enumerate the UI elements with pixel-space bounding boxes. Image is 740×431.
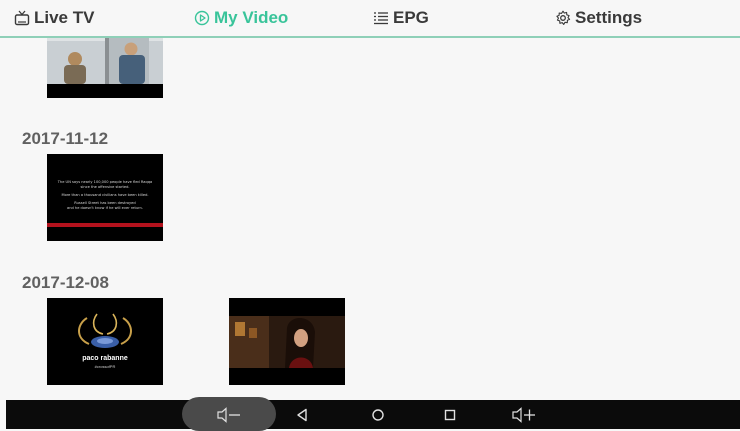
tab-epg[interactable]: EPG — [373, 0, 429, 36]
video-list: 2017-11-12 The UN says nearly 100,000 pe… — [0, 38, 740, 400]
video-thumbnail[interactable] — [229, 298, 345, 385]
top-tab-bar: Live TV My Video EPG Settings — [0, 0, 740, 38]
tv-icon — [14, 10, 30, 26]
tab-my-video-label: My Video — [214, 8, 289, 27]
date-heading: 2017-12-08 — [22, 273, 109, 292]
date-heading: 2017-11-12 — [22, 129, 109, 148]
tab-epg-label: EPG — [393, 8, 429, 27]
volume-up-icon[interactable] — [506, 400, 542, 429]
tab-my-video[interactable]: My Video — [194, 0, 288, 36]
video-thumbnail[interactable]: paco rabanne #crossofPR — [47, 298, 163, 385]
volume-down-icon[interactable] — [211, 400, 247, 429]
tab-live-tv[interactable]: Live TV — [14, 0, 94, 36]
hashtag-text: #crossofPR — [94, 364, 116, 369]
news-caption: The UN says nearly 100,000 people have f… — [57, 180, 153, 210]
video-thumbnail[interactable]: The UN says nearly 100,000 people have f… — [47, 154, 163, 241]
brand-text: paco rabanne — [82, 355, 128, 362]
tab-settings[interactable]: Settings — [555, 0, 642, 36]
recents-icon[interactable] — [440, 400, 460, 429]
system-nav-bar — [6, 397, 740, 431]
back-icon[interactable] — [292, 400, 312, 429]
news-ticker — [47, 223, 163, 227]
gear-icon — [555, 10, 571, 26]
home-icon[interactable] — [368, 400, 388, 429]
list-icon — [373, 10, 389, 26]
tab-live-tv-label: Live TV — [34, 8, 95, 27]
play-circle-icon — [194, 10, 210, 26]
tab-settings-label: Settings — [575, 8, 643, 27]
video-thumbnail[interactable] — [47, 38, 163, 98]
